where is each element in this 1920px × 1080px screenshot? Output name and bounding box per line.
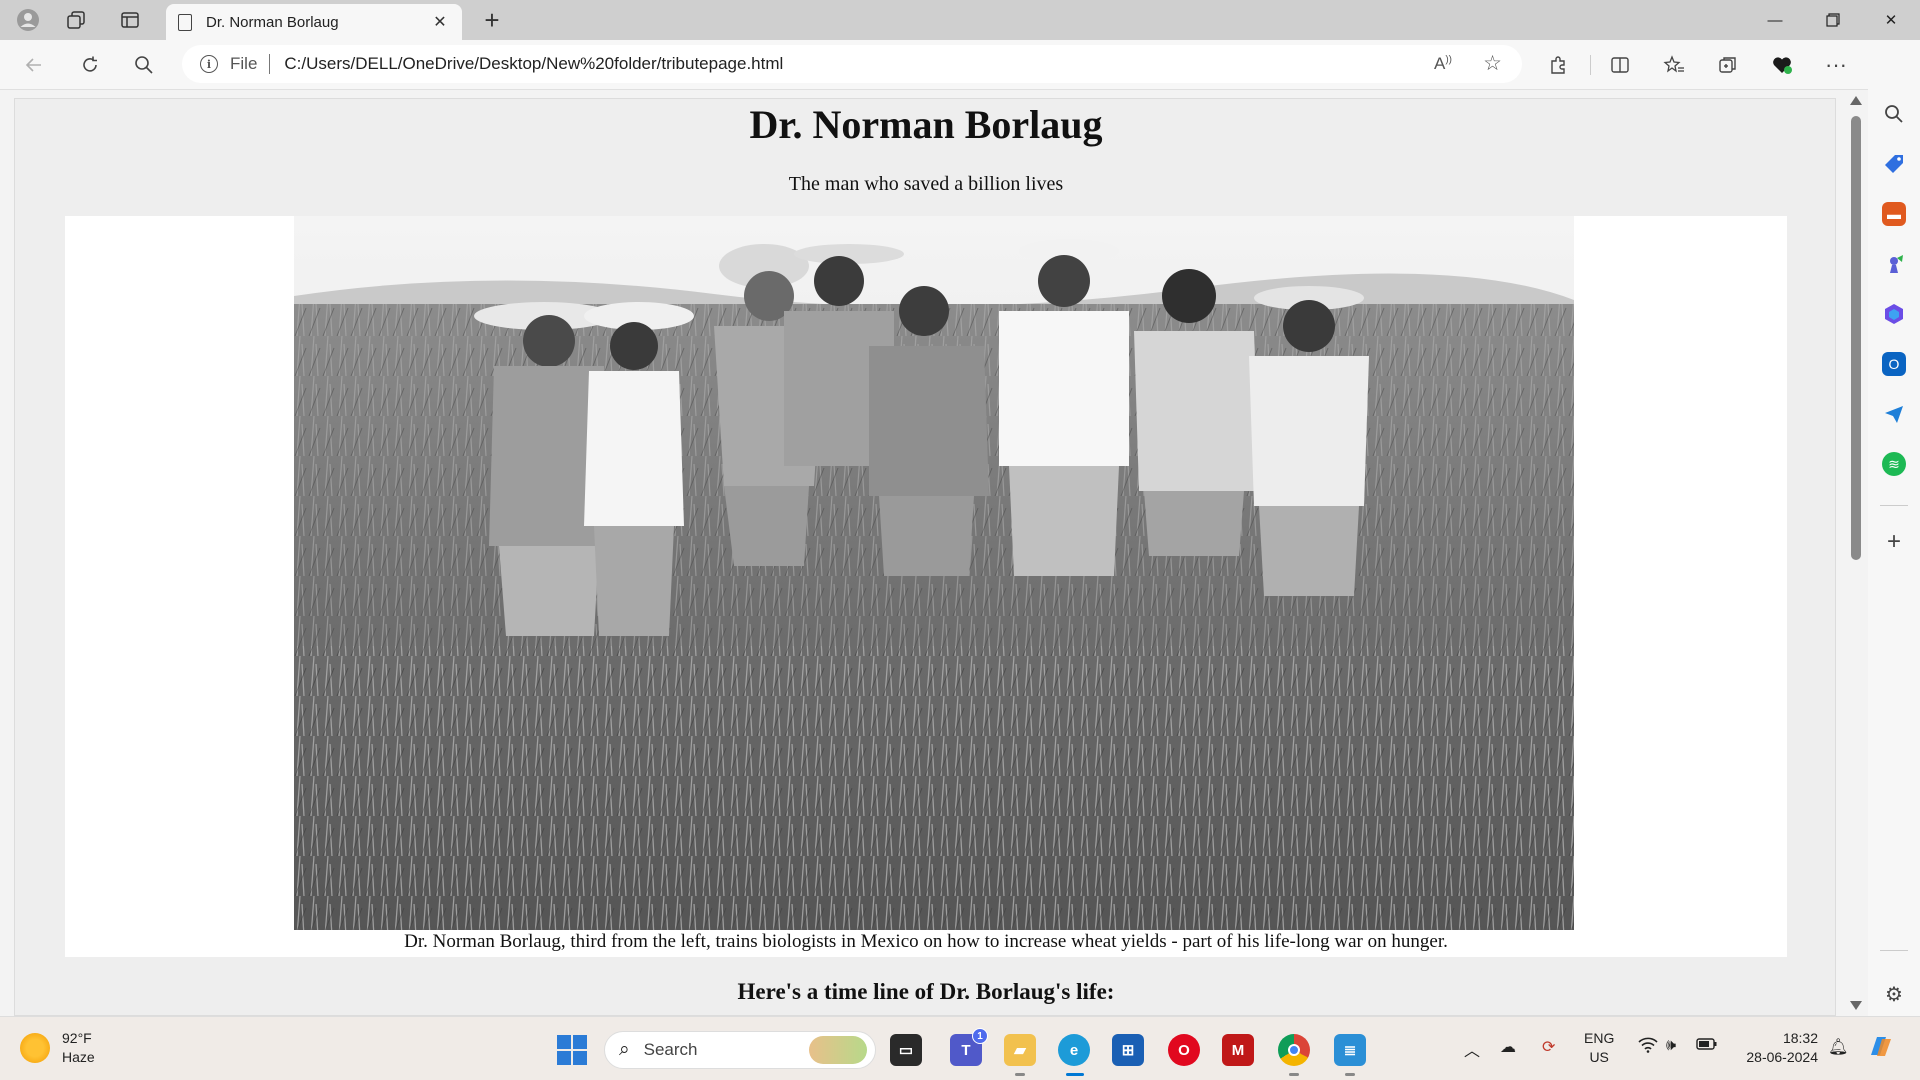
language-indicator[interactable]: ENG US	[1584, 1029, 1614, 1067]
weather-description: Haze	[62, 1049, 95, 1065]
search-highlight-icon	[809, 1036, 867, 1064]
opera-icon[interactable]: O	[1168, 1034, 1200, 1066]
shopping-tag-icon[interactable]	[1882, 152, 1906, 176]
restore-button[interactable]	[1806, 0, 1860, 40]
url-text[interactable]: C:/Users/DELL/OneDrive/Desktop/New%20fol…	[284, 54, 783, 74]
page-subtitle: The man who saved a billion lives	[788, 173, 1064, 195]
taskbar-search[interactable]: ⌕ Search	[604, 1031, 876, 1069]
notification-bell-icon[interactable]: 🔔︎	[1828, 1037, 1848, 1057]
read-aloud-icon[interactable]: A))	[1434, 54, 1452, 74]
address-divider	[269, 54, 271, 74]
protocol-label: File	[230, 54, 258, 73]
edge-active-indicator	[1066, 1073, 1084, 1076]
sidebar-divider-bottom	[1880, 950, 1908, 951]
scroll-down-arrow-icon[interactable]	[1850, 1001, 1862, 1010]
heart-pulse-icon[interactable]	[1764, 47, 1800, 83]
page-viewport: Dr. Norman Borlaug The man who saved a b…	[14, 98, 1836, 1016]
taskbar-search-label: Search	[643, 1040, 698, 1059]
page-title: Dr. Norman Borlaug	[749, 102, 1103, 147]
favorites-icon[interactable]	[1656, 47, 1692, 83]
notepad-icon[interactable]: ≣	[1334, 1034, 1366, 1066]
mcafee-icon[interactable]: M	[1222, 1034, 1254, 1066]
battery-icon[interactable]	[1696, 1037, 1718, 1056]
timeline-heading: Here's a time line of Dr. Borlaug's life…	[737, 979, 1115, 1004]
explorer-running-indicator	[1015, 1073, 1025, 1076]
file-explorer-icon[interactable]: ▰	[1004, 1034, 1036, 1066]
language-code: ENG	[1584, 1030, 1615, 1046]
show-hidden-icons-chevron-icon[interactable]: ︿	[1464, 1037, 1480, 1061]
sidebar-divider	[1880, 505, 1908, 506]
spotify-icon[interactable]: ≋	[1882, 452, 1906, 476]
toolbar-divider	[1590, 55, 1591, 75]
tools-briefcase-icon[interactable]: ▬	[1882, 202, 1906, 226]
weather-widget[interactable]: 92°F Haze	[20, 1029, 95, 1067]
tab-title: Dr. Norman Borlaug	[206, 13, 339, 31]
send-icon[interactable]	[1882, 402, 1906, 426]
profile-icon[interactable]	[10, 4, 46, 36]
workspaces-icon[interactable]	[58, 4, 94, 36]
sidebar-search-icon[interactable]	[1882, 102, 1906, 126]
search-icon: ⌕	[619, 1039, 630, 1060]
tab-strip: Dr. Norman Borlaug ✕ + — ✕	[0, 0, 1920, 40]
minimize-button[interactable]: —	[1748, 0, 1802, 40]
page-icon	[178, 13, 192, 31]
address-bar[interactable]: i File C:/Users/DELL/OneDrive/Desktop/Ne…	[182, 45, 1522, 83]
security-update-icon[interactable]: ⟳	[1542, 1037, 1555, 1057]
microsoft-store-icon[interactable]: ⊞	[1112, 1034, 1144, 1066]
copilot-taskbar-icon[interactable]	[1866, 1031, 1896, 1066]
microsoft-365-icon[interactable]	[1882, 302, 1906, 326]
close-window-button[interactable]: ✕	[1864, 0, 1918, 40]
windows-start-icon[interactable]	[557, 1035, 587, 1065]
notepad-running-indicator	[1345, 1073, 1355, 1076]
chrome-running-indicator	[1289, 1073, 1299, 1076]
outlook-icon[interactable]: O	[1882, 352, 1906, 376]
onedrive-sync-icon[interactable]: ☁	[1500, 1037, 1516, 1057]
edge-icon[interactable]: e	[1058, 1034, 1090, 1066]
weather-temperature: 92°F	[62, 1030, 92, 1046]
borlaug-field-photo	[294, 216, 1574, 930]
image-container: Dr. Norman Borlaug, third from the left,…	[65, 216, 1787, 957]
clock-time: 18:32	[1782, 1030, 1818, 1046]
active-tab[interactable]: Dr. Norman Borlaug ✕	[166, 4, 462, 40]
refresh-icon[interactable]	[72, 47, 108, 83]
clock-date: 28-06-2024	[1746, 1049, 1818, 1065]
split-screen-icon[interactable]	[1602, 47, 1638, 83]
more-icon[interactable]: ···	[1818, 47, 1854, 83]
new-tab-button[interactable]: +	[476, 4, 508, 36]
browser-toolbar: i File C:/Users/DELL/OneDrive/Desktop/Ne…	[0, 40, 1920, 90]
search-icon[interactable]	[126, 47, 162, 83]
windows-taskbar: 92°F Haze ⌕ Search ▭ T 1 ▰ e ⊞ O M ≣ ︿ ☁…	[0, 1016, 1920, 1080]
collections-icon[interactable]	[1710, 47, 1746, 83]
sun-haze-icon	[20, 1033, 50, 1063]
teams-badge: 1	[972, 1028, 988, 1044]
scroll-up-arrow-icon[interactable]	[1850, 96, 1862, 105]
extensions-icon[interactable]	[1540, 47, 1576, 83]
edge-sidebar: ▬ O ≋ + ⚙	[1868, 40, 1920, 1016]
chrome-icon[interactable]	[1278, 1034, 1310, 1066]
add-sidebar-app-icon[interactable]: +	[1882, 528, 1906, 555]
back-arrow-icon[interactable]	[16, 47, 52, 83]
star-icon[interactable]: ☆	[1483, 51, 1502, 76]
system-clock[interactable]: 18:32 28-06-2024	[1738, 1029, 1818, 1067]
page-scrollbar[interactable]	[1844, 92, 1868, 1016]
teams-icon[interactable]: T 1	[950, 1028, 988, 1066]
games-chess-icon[interactable]	[1882, 252, 1906, 276]
task-view-icon[interactable]: ▭	[890, 1034, 922, 1066]
tab-actions-icon[interactable]	[112, 4, 148, 36]
close-tab-icon[interactable]: ✕	[430, 12, 450, 32]
wifi-icon[interactable]	[1638, 1037, 1658, 1058]
keyboard-region: US	[1589, 1049, 1609, 1065]
settings-gear-icon[interactable]: ⚙	[1882, 982, 1906, 1006]
info-icon[interactable]: i	[200, 55, 218, 73]
scroll-thumb[interactable]	[1851, 116, 1861, 560]
image-caption: Dr. Norman Borlaug, third from the left,…	[404, 931, 1448, 952]
volume-icon[interactable]: 🕪	[1666, 1037, 1676, 1055]
